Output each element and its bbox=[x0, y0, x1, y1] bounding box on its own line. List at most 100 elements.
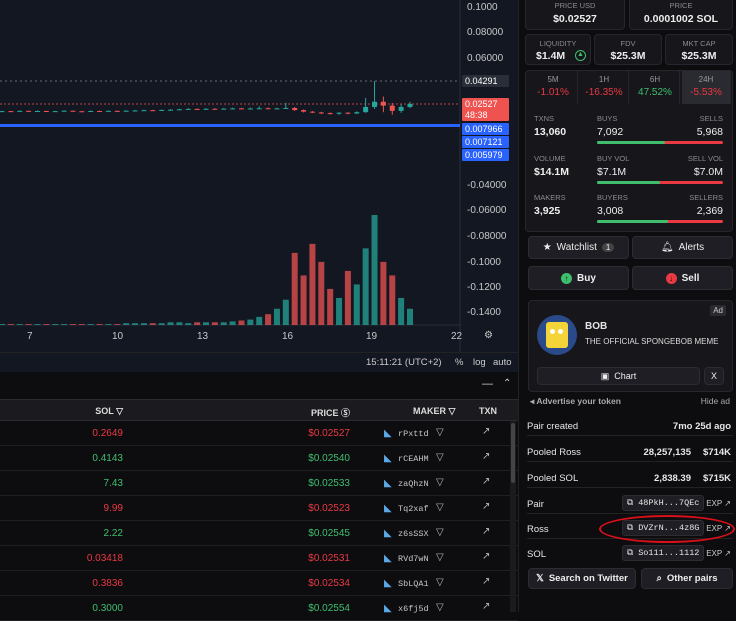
gear-icon[interactable]: ⚙ bbox=[484, 330, 493, 341]
volume-value: $14.1M bbox=[534, 166, 570, 178]
filter-icon[interactable]: ▽ bbox=[449, 406, 456, 416]
row-maker[interactable]: rPxttd bbox=[398, 429, 429, 439]
other-pairs-label: Other pairs bbox=[666, 573, 718, 584]
volume-bar bbox=[132, 323, 139, 325]
external-link-icon[interactable]: ↗ bbox=[482, 526, 490, 537]
row-maker[interactable]: z6sSSX bbox=[398, 529, 429, 539]
sol-address-copy[interactable]: ⧉ So111...1112 bbox=[622, 545, 705, 561]
external-link-icon[interactable]: ↗ bbox=[482, 501, 490, 512]
row-sol: 0.2649 bbox=[92, 428, 123, 439]
candle-body bbox=[247, 108, 253, 110]
external-link-icon[interactable]: ↗ bbox=[482, 601, 490, 612]
search-twitter-label: Search on Twitter bbox=[548, 573, 628, 584]
volume-bar bbox=[114, 324, 121, 325]
scrollbar[interactable] bbox=[510, 421, 516, 612]
table-row[interactable]: 9.99 $0.02523 ◣ Tq2xaf ▽ ↗ bbox=[0, 496, 518, 521]
external-link-icon[interactable]: ↗ bbox=[482, 451, 490, 462]
pair-created-label: Pair created bbox=[527, 421, 579, 432]
external-link-icon[interactable]: ↗ bbox=[482, 551, 490, 562]
candle-body bbox=[0, 111, 5, 113]
external-link-icon[interactable]: ↗ bbox=[482, 426, 490, 437]
filter-icon[interactable]: ▽ bbox=[436, 577, 444, 588]
table-row[interactable]: 0.3836 $0.02534 ◣ SbLQA1 ▽ ↗ bbox=[0, 571, 518, 596]
ad-chart-button[interactable]: ▣ Chart bbox=[537, 367, 700, 385]
filter-icon[interactable]: ▽ bbox=[436, 427, 444, 438]
filter-icon[interactable]: ▽ bbox=[436, 502, 444, 513]
scrollbar-thumb[interactable] bbox=[511, 423, 515, 483]
y-tick-label: -0.08000 bbox=[467, 231, 507, 242]
timeframe-tab-24h[interactable]: 24H -5.53% bbox=[682, 71, 731, 104]
collapse-icon[interactable]: ⌃ bbox=[503, 378, 511, 389]
sell-button[interactable]: ↓ Sell bbox=[632, 266, 733, 290]
pair-explorer-link[interactable]: EXP ↗ bbox=[706, 499, 731, 508]
filter-icon[interactable]: ▽ bbox=[436, 452, 444, 463]
volume-bar bbox=[256, 316, 263, 325]
volume-bar bbox=[123, 323, 130, 325]
volume-bar bbox=[194, 322, 201, 325]
filter-icon[interactable]: ▽ bbox=[116, 406, 123, 416]
table-row[interactable]: 7.43 $0.02533 ◣ zaQhzN ▽ ↗ bbox=[0, 471, 518, 496]
pooled-ross-label: Pooled Ross bbox=[527, 447, 581, 458]
external-link-icon[interactable]: ↗ bbox=[482, 576, 490, 587]
search-twitter-button[interactable]: 𝕏 Search on Twitter bbox=[528, 568, 636, 589]
header-sol[interactable]: SOL ▽ bbox=[95, 406, 123, 417]
log-toggle[interactable]: log bbox=[473, 357, 486, 368]
hide-ad-link[interactable]: Hide ad bbox=[701, 396, 730, 406]
external-link-icon[interactable]: ↗ bbox=[482, 476, 490, 487]
volume-bar bbox=[158, 323, 165, 325]
row-maker[interactable]: x6fj5d bbox=[398, 604, 429, 614]
sol-explorer-link[interactable]: EXP ↗ bbox=[706, 549, 731, 558]
lock-icon[interactable]: ▲ bbox=[575, 50, 586, 61]
alerts-label: Alerts bbox=[678, 242, 705, 253]
percent-toggle[interactable]: % bbox=[455, 357, 463, 368]
table-row[interactable]: 0.2649 $0.02527 ◣ rPxttd ▽ ↗ bbox=[0, 421, 518, 446]
price-marker-label: 0.04291 bbox=[462, 75, 509, 87]
row-sol: 9.99 bbox=[103, 503, 123, 514]
row-maker[interactable]: zaQhzN bbox=[398, 479, 429, 489]
ad-close-button[interactable]: X bbox=[704, 367, 724, 385]
chart-canvas[interactable] bbox=[0, 0, 518, 352]
table-row[interactable]: 0.3000 $0.02554 ◣ x6fj5d ▽ ↗ bbox=[0, 596, 518, 621]
volume-bar bbox=[247, 319, 254, 325]
filter-icon[interactable]: ▽ bbox=[436, 477, 444, 488]
auto-toggle[interactable]: auto bbox=[493, 357, 512, 368]
alerts-button[interactable]: 🔔︎ Alerts bbox=[632, 236, 733, 259]
table-row[interactable]: 0.4143 $0.02540 ◣ rCEAHM ▽ ↗ bbox=[0, 446, 518, 471]
buy-button[interactable]: ↑ Buy bbox=[528, 266, 629, 290]
candle-body bbox=[79, 111, 85, 113]
external-link-icon: ↗ bbox=[724, 549, 731, 558]
timeframe-tab-1h[interactable]: 1H -16.35% bbox=[580, 71, 629, 104]
other-pairs-button[interactable]: ⌕ Other pairs bbox=[641, 568, 733, 589]
candle-body bbox=[318, 112, 324, 114]
volume-bar bbox=[336, 297, 343, 325]
table-row[interactable]: 0.03418 $0.02531 ◣ RVd7wN ▽ ↗ bbox=[0, 546, 518, 571]
volume-bar bbox=[362, 248, 369, 325]
pair-address-copy[interactable]: ⧉ 48PkH...7QEc bbox=[622, 495, 705, 511]
minimize-icon[interactable]: — bbox=[482, 378, 493, 390]
x-tick-label: 22 bbox=[451, 331, 463, 342]
price-chart[interactable]: 0.1000 0.08000 0.06000 -0.04000 -0.06000 -0.0… bbox=[0, 0, 518, 370]
volume-bar bbox=[282, 299, 289, 325]
table-row[interactable]: 2.22 $0.02545 ◣ z6sSSX ▽ ↗ bbox=[0, 521, 518, 546]
pooled-ross-row: Pooled Ross 28,257,135 $714K bbox=[527, 440, 733, 462]
timeframe-tab-5m[interactable]: 5M -1.01% bbox=[529, 71, 578, 104]
row-maker[interactable]: Tq2xaf bbox=[398, 504, 429, 514]
volume-label: VOLUME bbox=[534, 154, 566, 163]
row-maker[interactable]: rCEAHM bbox=[398, 454, 429, 464]
filter-icon[interactable]: ▽ bbox=[436, 527, 444, 538]
row-maker[interactable]: RVd7wN bbox=[398, 554, 429, 564]
timeframe-tab-6h[interactable]: 6H 47.52% bbox=[631, 71, 680, 104]
pair-label: Pair bbox=[527, 499, 544, 510]
row-price: $0.02554 bbox=[308, 603, 350, 614]
header-price[interactable]: PRICE Ⓢ bbox=[311, 406, 350, 419]
advertise-link[interactable]: ◂ Advertise your token bbox=[530, 396, 621, 407]
volume-bar bbox=[353, 284, 360, 325]
watchlist-button[interactable]: ★ Watchlist 1 bbox=[528, 236, 629, 259]
row-maker[interactable]: SbLQA1 bbox=[398, 579, 429, 589]
filter-icon[interactable]: ▽ bbox=[436, 552, 444, 563]
maker-avatar-icon: ◣ bbox=[384, 578, 392, 589]
filter-icon[interactable]: ▽ bbox=[436, 602, 444, 613]
x-logo-icon: 𝕏 bbox=[536, 573, 544, 584]
candle-body bbox=[105, 110, 111, 112]
header-maker[interactable]: MAKER ▽ bbox=[413, 406, 455, 417]
